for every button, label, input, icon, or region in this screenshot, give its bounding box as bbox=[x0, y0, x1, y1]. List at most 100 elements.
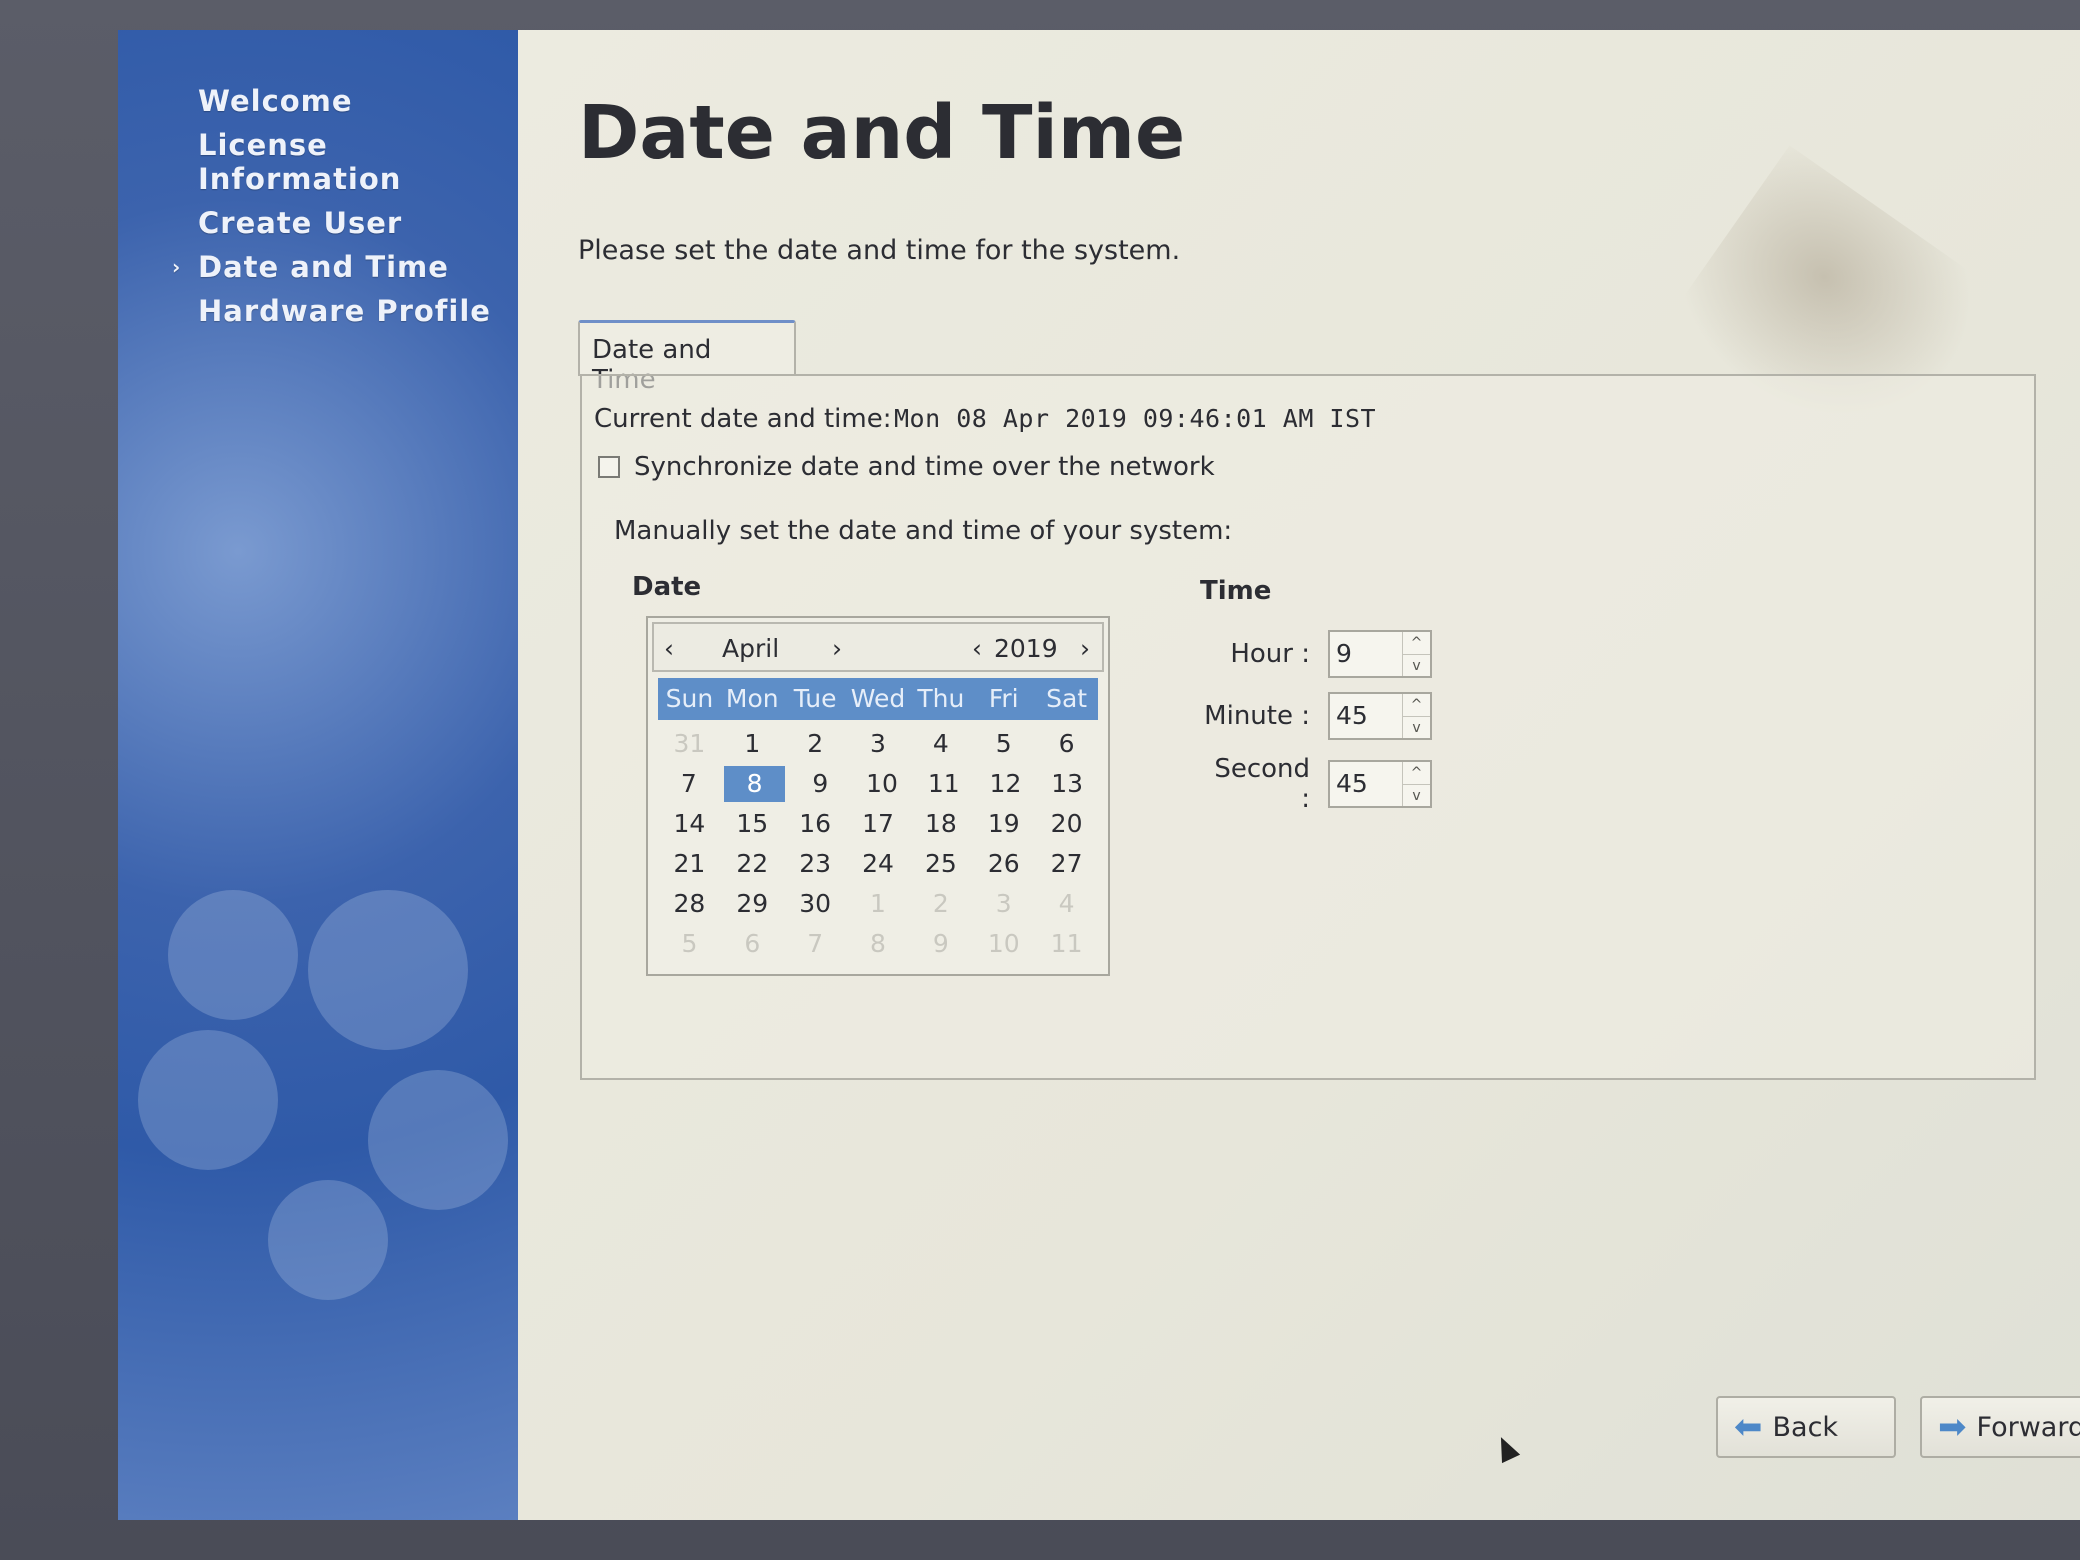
second-row: Second : 45 ^ v bbox=[1200, 754, 1432, 814]
sidebar-item-date-and-time: › Date and Time bbox=[172, 250, 498, 284]
page-title: Date and Time bbox=[578, 90, 1186, 176]
minute-label: Minute : bbox=[1204, 701, 1310, 731]
sidebar-nav: Welcome License Information Create User … bbox=[172, 84, 498, 338]
weekday-label: Wed bbox=[850, 684, 906, 713]
second-spin-buttons: ^ v bbox=[1402, 762, 1430, 806]
calendar-day[interactable]: 3 bbox=[972, 884, 1035, 924]
hour-input[interactable]: 9 bbox=[1330, 632, 1402, 676]
calendar-day[interactable]: 27 bbox=[1035, 844, 1098, 884]
calendar-day[interactable]: 11 bbox=[1035, 924, 1098, 964]
calendar-day[interactable]: 5 bbox=[658, 924, 721, 964]
calendar-day[interactable]: 10 bbox=[972, 924, 1035, 964]
calendar-day[interactable]: 29 bbox=[721, 884, 784, 924]
hour-spinner[interactable]: 9 ^ v bbox=[1328, 630, 1432, 678]
calendar-day[interactable]: 4 bbox=[1035, 884, 1098, 924]
current-datetime-label: Current date and time: bbox=[594, 404, 892, 434]
tab-panel: Current date and time: Mon 08 Apr 2019 0… bbox=[580, 374, 2036, 1080]
hour-down-icon[interactable]: v bbox=[1403, 654, 1430, 677]
calendar-day[interactable]: 9 bbox=[909, 924, 972, 964]
calendar-day[interactable]: 20 bbox=[1035, 804, 1098, 844]
calendar-day[interactable]: 12 bbox=[975, 764, 1037, 804]
sidebar: Welcome License Information Create User … bbox=[118, 30, 518, 1520]
weekday-label: Sun bbox=[665, 684, 714, 713]
calendar-day[interactable]: 10 bbox=[851, 764, 913, 804]
calendar-day[interactable]: 15 bbox=[721, 804, 784, 844]
second-input[interactable]: 45 bbox=[1330, 762, 1402, 806]
calendar-day[interactable]: 21 bbox=[658, 844, 721, 884]
bokeh-decoration bbox=[308, 890, 468, 1050]
calendar-day[interactable]: 23 bbox=[784, 844, 847, 884]
weekday-label: Fri bbox=[988, 684, 1019, 713]
bokeh-decoration bbox=[168, 890, 298, 1020]
calendar-day[interactable]: 9 bbox=[789, 764, 851, 804]
next-year-button[interactable]: › bbox=[1080, 634, 1090, 663]
calendar-day[interactable]: 24 bbox=[847, 844, 910, 884]
hour-spin-buttons: ^ v bbox=[1402, 632, 1430, 676]
calendar-day[interactable]: 11 bbox=[913, 764, 975, 804]
date-heading: Date bbox=[632, 572, 702, 602]
calendar-day[interactable]: 4 bbox=[909, 724, 972, 764]
calendar-day[interactable]: 26 bbox=[972, 844, 1035, 884]
calendar-day[interactable]: 28 bbox=[658, 884, 721, 924]
calendar-day[interactable]: 19 bbox=[972, 804, 1035, 844]
hour-label: Hour : bbox=[1230, 639, 1310, 669]
forward-button-label: Forward bbox=[1976, 1411, 2080, 1443]
prev-year-button[interactable]: ‹ bbox=[972, 634, 982, 663]
tab-date-and-time[interactable]: Date and Time bbox=[578, 320, 796, 395]
manual-set-label: Manually set the date and time of your s… bbox=[614, 516, 1233, 546]
calendar-day[interactable]: 2 bbox=[784, 724, 847, 764]
calendar-day[interactable]: 3 bbox=[847, 724, 910, 764]
sync-label[interactable]: Synchronize date and time over the netwo… bbox=[634, 452, 1215, 482]
calendar-day[interactable]: 18 bbox=[909, 804, 972, 844]
calendar-day[interactable]: 31 bbox=[658, 724, 721, 764]
current-datetime-value: Mon 08 Apr 2019 09:46:01 AM IST bbox=[894, 404, 1377, 433]
time-heading: Time bbox=[1200, 576, 1272, 606]
calendar-day[interactable]: 25 bbox=[909, 844, 972, 884]
minute-spinner[interactable]: 45 ^ v bbox=[1328, 692, 1432, 740]
second-down-icon[interactable]: v bbox=[1403, 784, 1430, 807]
back-button-label: Back bbox=[1772, 1411, 1839, 1443]
calendar-day[interactable]: 16 bbox=[784, 804, 847, 844]
calendar-day[interactable]: 2 bbox=[909, 884, 972, 924]
calendar-day[interactable]: 14 bbox=[658, 804, 721, 844]
calendar-week-row: 7 8 9 10 11 12 13 bbox=[658, 764, 1098, 804]
calendar-day[interactable]: 5 bbox=[972, 724, 1035, 764]
bokeh-decoration bbox=[368, 1070, 508, 1210]
calendar-day[interactable]: 30 bbox=[784, 884, 847, 924]
second-up-icon[interactable]: ^ bbox=[1403, 762, 1430, 784]
calendar: ‹ April › ‹ 2019 › Sun Mon Tue Wed Thu F… bbox=[646, 616, 1110, 976]
sidebar-item-welcome: Welcome bbox=[198, 84, 353, 118]
prev-month-button[interactable]: ‹ bbox=[664, 634, 674, 663]
current-step-marker-icon: › bbox=[172, 255, 182, 279]
page-subtitle: Please set the date and time for the sys… bbox=[578, 235, 1181, 266]
calendar-day[interactable]: 22 bbox=[721, 844, 784, 884]
calendar-day[interactable]: 1 bbox=[721, 724, 784, 764]
calendar-day[interactable]: 8 bbox=[847, 924, 910, 964]
calendar-day[interactable]: 1 bbox=[847, 884, 910, 924]
calendar-week-row: 14 15 16 17 18 19 20 bbox=[658, 804, 1098, 844]
second-spinner[interactable]: 45 ^ v bbox=[1328, 760, 1432, 808]
calendar-day[interactable]: 17 bbox=[847, 804, 910, 844]
calendar-day[interactable]: 6 bbox=[1035, 724, 1098, 764]
calendar-header: ‹ April › ‹ 2019 › bbox=[652, 622, 1104, 672]
sync-checkbox[interactable] bbox=[598, 456, 620, 478]
forward-button[interactable]: ➡ Forward bbox=[1920, 1396, 2080, 1458]
next-month-button[interactable]: › bbox=[832, 634, 842, 663]
minute-down-icon[interactable]: v bbox=[1403, 716, 1430, 739]
calendar-days: 31 1 2 3 4 5 6 7 8 9 10 11 12 13 14 15 16 17 18 19 20 21 22 23 2… bbox=[658, 724, 1098, 964]
screen: Welcome License Information Create User … bbox=[118, 30, 2080, 1520]
calendar-day[interactable]: 7 bbox=[658, 764, 720, 804]
calendar-day[interactable]: 13 bbox=[1036, 764, 1098, 804]
sync-option[interactable]: Synchronize date and time over the netwo… bbox=[598, 452, 1215, 482]
weekday-label: Mon bbox=[725, 684, 779, 713]
second-label: Second : bbox=[1214, 754, 1310, 814]
back-button[interactable]: ⬅ Back bbox=[1716, 1396, 1896, 1458]
calendar-day-selected[interactable]: 8 bbox=[723, 766, 786, 802]
hour-up-icon[interactable]: ^ bbox=[1403, 632, 1430, 654]
weekday-label: Thu bbox=[917, 684, 965, 713]
minute-up-icon[interactable]: ^ bbox=[1403, 694, 1430, 716]
calendar-week-row: 5 6 7 8 9 10 11 bbox=[658, 924, 1098, 964]
calendar-day[interactable]: 6 bbox=[721, 924, 784, 964]
calendar-day[interactable]: 7 bbox=[784, 924, 847, 964]
minute-input[interactable]: 45 bbox=[1330, 694, 1402, 738]
